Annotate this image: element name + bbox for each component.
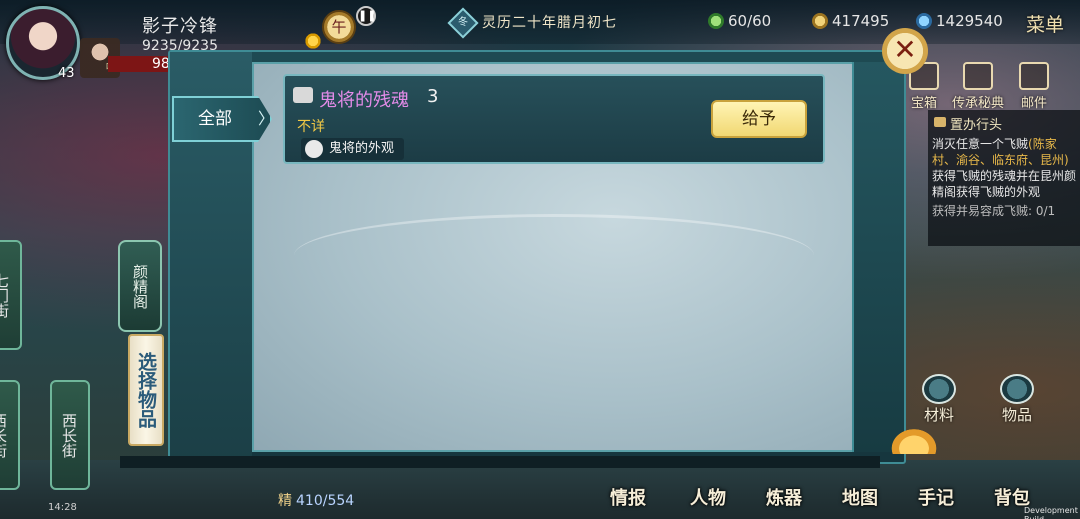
nav-forge[interactable]: 炼器: [766, 484, 802, 510]
quick-link-codex[interactable]: 传承秘典: [952, 62, 1004, 111]
stamina-value: 410/554: [296, 493, 355, 509]
quick-link-label: 传承秘典: [952, 96, 1005, 111]
dialog-bottom-bar: [120, 456, 880, 468]
quest-line-1: 消灭任意一个飞贼: [932, 137, 1029, 151]
close-button[interactable]: ✕: [882, 28, 928, 74]
pause-button[interactable]: ❚❚: [356, 6, 376, 26]
item-bag-icon: [1000, 374, 1034, 404]
map-node-xichang[interactable]: 西长街: [50, 380, 90, 490]
materials-label: 材料: [923, 406, 954, 424]
nav-map[interactable]: 地图: [842, 484, 878, 510]
items-label: 物品: [1001, 406, 1032, 424]
item-appearance-tag: 鬼将的外观: [301, 138, 405, 160]
nav-intel[interactable]: 情报: [610, 484, 646, 510]
lotus-icon: [888, 426, 940, 454]
time-token[interactable]: 午: [322, 10, 356, 44]
nav-character[interactable]: 人物: [690, 484, 726, 510]
items-button[interactable]: 物品: [992, 374, 1042, 424]
stamina-readout: 精 410/554: [278, 490, 354, 510]
item-tag-label: 鬼将的外观: [329, 141, 395, 156]
player-name: 影子冷锋: [142, 16, 218, 37]
materials-button[interactable]: 材料: [914, 374, 964, 424]
quest-title: 置办行头: [932, 114, 1076, 133]
quick-link-label: 宝箱: [910, 96, 937, 111]
device-clock: 14:28: [48, 502, 77, 513]
mail-icon: [1019, 62, 1049, 90]
dialog-right-rail: [852, 62, 904, 452]
category-tab-all[interactable]: 全部 〉: [172, 96, 272, 142]
energy-value: 60/60: [728, 12, 772, 30]
quest-panel[interactable]: 置办行头 消灭任意一个飞贼(陈家村、渝谷、临东府、昆州)获得飞贼的残魂并在昆州颜…: [928, 110, 1080, 246]
stamina-label: 精: [278, 493, 292, 509]
menu-button[interactable]: 菜单: [1026, 10, 1064, 37]
player-level: 43: [58, 66, 75, 81]
mask-icon: [305, 140, 323, 158]
spirit-value: 1429540: [936, 12, 1003, 30]
soul-item-icon: [293, 87, 313, 103]
side-tab-shop[interactable]: 颜精阁: [118, 240, 162, 332]
quest-line-2: 获得飞贼的残魂并在昆州颜精阁获得飞贼的外观: [932, 169, 1077, 199]
item-name: 鬼将的残魂: [319, 90, 409, 111]
map-node-qimen[interactable]: 七门街: [0, 240, 22, 350]
coin-value: 417495: [832, 12, 890, 30]
material-bag-icon: [922, 374, 956, 404]
nav-journal[interactable]: 手记: [918, 484, 954, 510]
quest-description: 消灭任意一个飞贼(陈家村、渝谷、临东府、昆州)获得飞贼的残魂并在昆州颜精阁获得飞…: [932, 136, 1076, 200]
quest-progress: 获得并易容成飞贼: 0/1: [932, 204, 1056, 218]
game-date: 灵历二十年腊月初七: [482, 15, 617, 31]
quick-link-label: 邮件: [1020, 96, 1047, 111]
category-tab-label: 全部: [198, 109, 232, 129]
item-row[interactable]: 鬼将的残魂 3 不详 鬼将的外观 给予: [283, 74, 825, 164]
item-count: 3: [427, 86, 439, 107]
map-node-xichang-left[interactable]: 西长街: [0, 380, 20, 490]
dev-build-label: Development Build: [1024, 506, 1078, 519]
scroll-icon: [963, 62, 993, 90]
spirit-icon: [916, 13, 932, 29]
side-tab-select-item[interactable]: 选择物品: [128, 334, 164, 446]
energy-icon: [708, 13, 724, 29]
quick-link-mail[interactable]: 邮件: [1014, 62, 1054, 111]
season-badge-label: 冬: [458, 17, 468, 28]
item-status: 不详: [297, 119, 325, 135]
give-button[interactable]: 给予: [711, 100, 807, 138]
sun-icon: [304, 32, 322, 50]
coin-icon: [812, 13, 828, 29]
